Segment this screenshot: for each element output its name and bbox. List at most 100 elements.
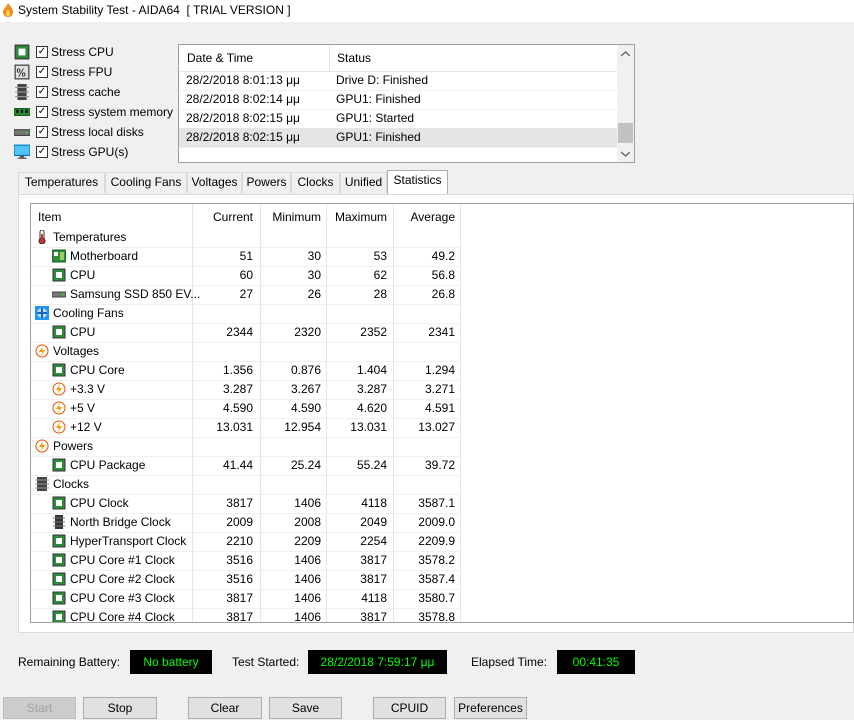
stats-item-name: CPU Core — [70, 363, 125, 377]
stats-item-name: +3.3 V — [70, 382, 106, 396]
log-time: 28/2/2018 8:02:15 μμ — [186, 111, 300, 125]
stats-item-name: Voltages — [53, 344, 100, 358]
stress-option-2[interactable]: ✓ Stress cache — [14, 83, 120, 101]
log-column-datetime[interactable]: Date & Time — [187, 51, 253, 65]
stats-group-row[interactable]: Temperatures — [31, 228, 461, 248]
stress-checkbox[interactable]: ✓ — [36, 146, 48, 158]
tab-powers[interactable]: Powers — [242, 172, 291, 193]
stats-minimum: 4.590 — [290, 401, 321, 415]
stats-row[interactable]: +5 V 4.590 4.590 4.620 4.591 — [31, 399, 461, 419]
stats-row[interactable]: North Bridge Clock 2009 2008 2049 2009.0 — [31, 513, 461, 533]
stats-row[interactable]: Samsung SSD 850 EV... 27 26 28 26.8 — [31, 285, 461, 305]
stats-item-name: CPU Core #2 Clock — [70, 572, 175, 586]
stress-option-3[interactable]: ✓ Stress system memory — [13, 103, 173, 121]
log-scrollbar[interactable] — [617, 45, 634, 162]
stats-group-row[interactable]: Powers — [31, 437, 461, 457]
start-button[interactable]: Start — [3, 697, 76, 719]
stress-checkbox[interactable]: ✓ — [36, 46, 48, 58]
monitor-icon — [13, 144, 31, 160]
grid-column-item[interactable]: Item — [38, 210, 61, 224]
log-row[interactable]: 28/2/2018 8:02:15 μμ GPU1: Finished — [179, 128, 619, 148]
clear-button[interactable]: Clear — [188, 697, 262, 719]
stress-checkbox[interactable]: ✓ — [36, 126, 48, 138]
stats-current: 2344 — [226, 325, 253, 339]
stats-maximum: 2049 — [360, 515, 387, 529]
grid-column-current[interactable]: Current — [193, 210, 253, 224]
statistics-grid[interactable]: Item Current Minimum Maximum Average Tem… — [30, 203, 854, 623]
tab-unified[interactable]: Unified — [340, 172, 387, 193]
log-column-status[interactable]: Status — [337, 51, 371, 65]
stats-average: 26.8 — [431, 287, 455, 301]
grid-column-average[interactable]: Average — [395, 210, 455, 224]
stats-item-name: Samsung SSD 850 EV... — [70, 287, 201, 301]
cpu-chip-icon — [52, 553, 66, 567]
stats-item-name: CPU Package — [70, 458, 146, 472]
stats-item-name: HyperTransport Clock — [70, 534, 187, 548]
stats-group-row[interactable]: Voltages — [31, 342, 461, 362]
cpu-chip-icon — [52, 591, 66, 605]
stats-maximum: 53 — [373, 249, 387, 263]
stress-option-5[interactable]: ✓ Stress GPU(s) — [13, 143, 129, 161]
tab-cooling-fans[interactable]: Cooling Fans — [105, 172, 187, 193]
stress-label: Stress local disks — [51, 125, 144, 139]
stats-average: 39.72 — [424, 458, 455, 472]
stress-label: Stress GPU(s) — [51, 145, 129, 159]
preferences-button[interactable]: Preferences — [454, 697, 527, 719]
stats-group-row[interactable]: Cooling Fans — [31, 304, 461, 324]
stress-option-4[interactable]: ✓ Stress local disks — [13, 123, 144, 141]
stats-row[interactable]: CPU Clock 3817 1406 4118 3587.1 — [31, 494, 461, 514]
log-row[interactable]: 28/2/2018 8:02:14 μμ GPU1: Finished — [179, 90, 619, 110]
stats-minimum: 1406 — [294, 553, 321, 567]
tab-temperatures[interactable]: Temperatures — [18, 172, 105, 193]
stats-minimum: 26 — [307, 287, 321, 301]
stress-checkbox[interactable]: ✓ — [36, 106, 48, 118]
stats-maximum: 2254 — [360, 534, 387, 548]
stats-group-row[interactable]: Clocks — [31, 475, 461, 495]
cpu-chip-icon — [52, 610, 66, 622]
elapsed-time-label: Elapsed Time: — [471, 655, 548, 669]
stats-row[interactable]: CPU Core 1.356 0.876 1.404 1.294 — [31, 361, 461, 381]
stats-row[interactable]: CPU Package 41.44 25.24 55.24 39.72 — [31, 456, 461, 476]
stats-row[interactable]: +3.3 V 3.287 3.267 3.287 3.271 — [31, 380, 461, 400]
stop-button[interactable]: Stop — [83, 697, 157, 719]
stats-row[interactable]: CPU Core #3 Clock 3817 1406 4118 3580.7 — [31, 589, 461, 609]
stats-row[interactable]: CPU Core #1 Clock 3516 1406 3817 3578.2 — [31, 551, 461, 571]
grid-column-minimum[interactable]: Minimum — [261, 210, 321, 224]
stats-item-name: CPU — [70, 268, 96, 282]
tab-voltages[interactable]: Voltages — [187, 172, 242, 193]
tab-clocks[interactable]: Clocks — [291, 172, 340, 193]
save-button[interactable]: Save — [269, 697, 342, 719]
log-status: Drive D: Finished — [336, 73, 429, 87]
stats-row[interactable]: CPU 2344 2320 2352 2341 — [31, 323, 461, 343]
stats-minimum: 1406 — [294, 610, 321, 623]
window-title: System Stability Test - AIDA64 [ TRIAL V… — [18, 3, 291, 17]
stress-checkbox[interactable]: ✓ — [36, 66, 48, 78]
stats-average: 56.8 — [431, 268, 455, 282]
event-log[interactable]: Date & Time Status 28/2/2018 8:01:13 μμ D… — [178, 44, 635, 163]
stats-row[interactable]: HyperTransport Clock 2210 2209 2254 2209.9 — [31, 532, 461, 552]
cpuid-button[interactable]: CPUID — [373, 697, 446, 719]
chevron-up-icon[interactable] — [621, 51, 630, 57]
stats-item-name: CPU Clock — [70, 496, 129, 510]
stats-row[interactable]: Motherboard 51 30 53 49.2 — [31, 247, 461, 267]
stress-checkbox[interactable]: ✓ — [36, 86, 48, 98]
stats-row[interactable]: +12 V 13.031 12.954 13.031 13.027 — [31, 418, 461, 438]
stats-minimum: 1406 — [294, 572, 321, 586]
log-status: GPU1: Started — [336, 111, 415, 125]
cpu-chip-icon — [52, 534, 66, 548]
chipset-icon — [52, 515, 66, 529]
log-row[interactable]: 28/2/2018 8:01:13 μμ Drive D: Finished — [179, 71, 619, 91]
grid-column-maximum[interactable]: Maximum — [329, 210, 387, 224]
stats-item-name: Cooling Fans — [53, 306, 124, 320]
stats-row[interactable]: CPU 60 30 62 56.8 — [31, 266, 461, 286]
tab-statistics[interactable]: Statistics — [387, 170, 448, 194]
chevron-down-icon[interactable] — [621, 151, 630, 157]
stress-option-1[interactable]: % ✓ Stress FPU — [14, 63, 112, 81]
stress-option-0[interactable]: ✓ Stress CPU — [14, 43, 114, 61]
stats-row[interactable]: CPU Core #2 Clock 3516 1406 3817 3587.4 — [31, 570, 461, 590]
log-scroll-thumb[interactable] — [618, 123, 633, 143]
stats-row[interactable]: CPU Core #4 Clock 3817 1406 3817 3578.8 — [31, 608, 461, 623]
svg-text:%: % — [16, 68, 26, 80]
stats-average: 3578.2 — [418, 553, 455, 567]
log-row[interactable]: 28/2/2018 8:02:15 μμ GPU1: Started — [179, 109, 619, 129]
